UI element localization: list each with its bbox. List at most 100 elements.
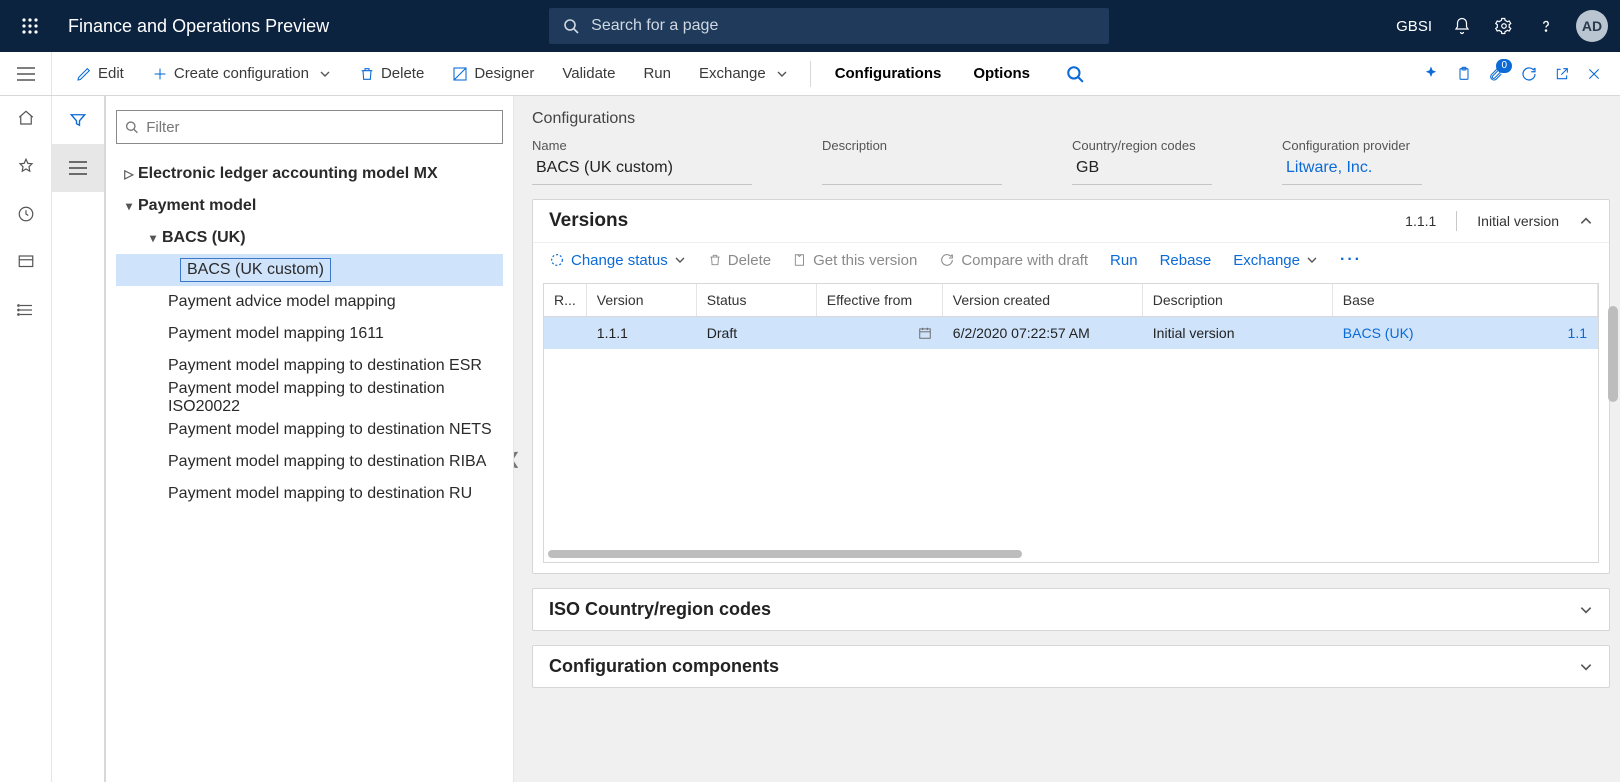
validate-button[interactable]: Validate xyxy=(548,52,629,96)
tree-node-1611[interactable]: Payment model mapping 1611 xyxy=(116,318,503,350)
tree-node-iso[interactable]: Payment model mapping to destination ISO… xyxy=(116,382,503,414)
tree-node-riba[interactable]: Payment model mapping to destination RIB… xyxy=(116,446,503,478)
action-bar: Edit Create configuration Delete Designe… xyxy=(0,52,1620,96)
list-pane-icon[interactable] xyxy=(52,144,104,192)
components-header[interactable]: Configuration components xyxy=(533,646,1609,687)
close-icon[interactable] xyxy=(1586,66,1602,82)
tree-node-bacs-uk[interactable]: ▾ BACS (UK) xyxy=(116,222,503,254)
exchange-button[interactable]: Exchange xyxy=(685,52,802,96)
field-name-value[interactable]: BACS (UK custom) xyxy=(532,157,752,185)
tab-configurations[interactable]: Configurations xyxy=(819,52,958,96)
left-rail xyxy=(0,96,52,782)
tree-node-ru[interactable]: Payment model mapping to destination RU xyxy=(116,478,503,510)
attachments-icon[interactable]: 0 xyxy=(1488,65,1504,83)
versions-card: Versions 1.1.1 Initial version Change st… xyxy=(532,199,1610,574)
versions-delete-button: Delete xyxy=(708,252,771,269)
chevron-down-icon xyxy=(1579,603,1593,617)
tree-filter-input[interactable] xyxy=(146,119,494,136)
splitter-handle[interactable]: ❮ xyxy=(514,439,518,479)
scrollbar-thumb[interactable] xyxy=(1608,306,1618,402)
cell-base[interactable]: BACS (UK) 1.1 xyxy=(1332,317,1597,350)
help-icon[interactable] xyxy=(1534,14,1558,38)
create-configuration-button[interactable]: Create configuration xyxy=(138,52,345,96)
tree-node-nets[interactable]: Payment model mapping to destination NET… xyxy=(116,414,503,446)
filter-pane-icon[interactable] xyxy=(52,96,104,144)
cell-effective[interactable] xyxy=(816,317,942,350)
col-effective[interactable]: Effective from xyxy=(816,284,942,317)
field-country: Country/region codes GB xyxy=(1072,138,1212,185)
field-provider-label: Configuration provider xyxy=(1282,138,1422,153)
versions-exchange-button[interactable]: Exchange xyxy=(1233,252,1318,269)
chevron-down-icon xyxy=(776,68,788,80)
header-right-icons: GBSI AD xyxy=(1396,10,1608,42)
home-icon[interactable] xyxy=(12,104,40,132)
versions-summary-version: 1.1.1 xyxy=(1405,213,1436,229)
col-version[interactable]: Version xyxy=(586,284,696,317)
col-description[interactable]: Description xyxy=(1142,284,1332,317)
nav-toggle-icon[interactable] xyxy=(0,52,52,95)
col-created[interactable]: Version created xyxy=(942,284,1142,317)
col-r[interactable]: R... xyxy=(544,284,586,317)
workspaces-icon[interactable] xyxy=(12,248,40,276)
field-provider-value[interactable]: Litware, Inc. xyxy=(1282,157,1422,185)
cell-description[interactable]: Initial version xyxy=(1142,317,1332,350)
tree-node-bacs-uk-custom[interactable]: BACS (UK custom) xyxy=(116,254,503,286)
tree-node-advice[interactable]: Payment advice model mapping xyxy=(116,286,503,318)
edit-button[interactable]: Edit xyxy=(62,52,138,96)
iso-codes-header[interactable]: ISO Country/region codes xyxy=(533,589,1609,630)
popout-icon[interactable] xyxy=(1554,66,1570,82)
cell-status[interactable]: Draft xyxy=(696,317,816,350)
col-base[interactable]: Base xyxy=(1332,284,1597,317)
cell-created[interactable]: 6/2/2020 07:22:57 AM xyxy=(942,317,1142,350)
settings-icon[interactable] xyxy=(1492,14,1516,38)
header-fields: Name BACS (UK custom) Description Countr… xyxy=(532,138,1610,185)
designer-button[interactable]: Designer xyxy=(438,52,548,96)
tree-node-payment-model[interactable]: ▾ Payment model xyxy=(116,190,503,222)
modules-icon[interactable] xyxy=(12,296,40,324)
iso-codes-title: ISO Country/region codes xyxy=(549,599,771,620)
chevron-down-icon xyxy=(1579,660,1593,674)
rebase-button[interactable]: Rebase xyxy=(1160,252,1212,269)
grid-row[interactable]: 1.1.1 Draft 6/2/2020 07:22:57 AM Initial… xyxy=(544,317,1598,350)
run-button[interactable]: Run xyxy=(629,52,685,96)
copilot-icon[interactable] xyxy=(1422,65,1440,83)
notifications-icon[interactable] xyxy=(1450,14,1474,38)
tab-options[interactable]: Options xyxy=(957,52,1046,96)
global-search[interactable] xyxy=(549,8,1109,44)
actionbar-search-icon[interactable] xyxy=(1066,65,1084,83)
tree-node-mx[interactable]: ▷ Electronic ledger accounting model MX xyxy=(116,158,503,190)
col-status[interactable]: Status xyxy=(696,284,816,317)
tree-filter[interactable] xyxy=(116,110,503,144)
delete-button[interactable]: Delete xyxy=(345,52,438,96)
iso-codes-card: ISO Country/region codes xyxy=(532,588,1610,631)
horizontal-scrollbar[interactable] xyxy=(548,550,1022,558)
main-content: ❮ Configurations Name BACS (UK custom) D… xyxy=(514,96,1620,782)
clipboard-icon[interactable] xyxy=(1456,65,1472,83)
more-actions-icon[interactable]: ··· xyxy=(1340,251,1362,269)
calendar-icon[interactable] xyxy=(918,326,932,340)
company-picker[interactable]: GBSI xyxy=(1396,18,1432,35)
recent-icon[interactable] xyxy=(12,200,40,228)
cell-version[interactable]: 1.1.1 xyxy=(586,317,696,350)
versions-card-header[interactable]: Versions 1.1.1 Initial version xyxy=(533,200,1609,242)
field-country-value[interactable]: GB xyxy=(1072,157,1212,185)
expand-icon[interactable]: ▷ xyxy=(120,167,138,181)
versions-summary-desc: Initial version xyxy=(1477,213,1559,229)
versions-run-button[interactable]: Run xyxy=(1110,252,1138,269)
field-description-value[interactable] xyxy=(822,157,1002,185)
global-search-input[interactable] xyxy=(591,17,1095,35)
change-status-button[interactable]: Change status xyxy=(549,252,686,269)
delete-label: Delete xyxy=(381,65,424,82)
user-avatar[interactable]: AD xyxy=(1576,10,1608,42)
get-version-button: Get this version xyxy=(793,252,917,269)
app-launcher-icon[interactable] xyxy=(12,8,48,44)
top-header: Finance and Operations Preview GBSI AD xyxy=(0,0,1620,52)
field-name: Name BACS (UK custom) xyxy=(532,138,752,185)
favorites-icon[interactable] xyxy=(12,152,40,180)
chevron-down-icon xyxy=(319,68,331,80)
collapse-icon[interactable]: ▾ xyxy=(144,231,162,245)
refresh-icon[interactable] xyxy=(1520,65,1538,83)
versions-grid[interactable]: R... Version Status Effective from Versi… xyxy=(543,283,1599,563)
collapse-icon[interactable]: ▾ xyxy=(120,199,138,213)
cell-r[interactable] xyxy=(544,317,586,350)
